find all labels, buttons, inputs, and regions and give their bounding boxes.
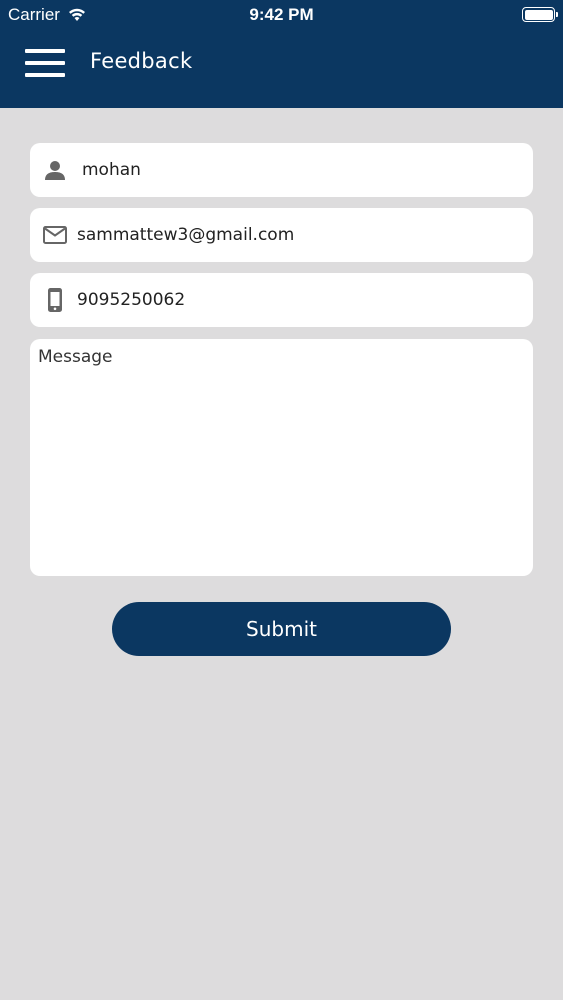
- phone-icon: [48, 288, 62, 312]
- person-icon: [45, 161, 65, 180]
- menu-button[interactable]: [25, 49, 65, 77]
- phone-field[interactable]: 9095250062: [30, 273, 533, 327]
- message-placeholder: Message: [38, 347, 113, 367]
- battery-icon: [522, 7, 558, 22]
- email-value: sammattew3@gmail.com: [77, 225, 295, 245]
- status-bar: Carrier 9:42 PM: [0, 0, 563, 30]
- envelope-icon: [43, 226, 67, 244]
- status-time: 9:42 PM: [249, 5, 314, 24]
- app-header: Carrier 9:42 PM Feedback: [0, 0, 563, 108]
- email-field[interactable]: sammattew3@gmail.com: [30, 208, 533, 262]
- name-field[interactable]: mohan: [30, 143, 533, 197]
- phone-value: 9095250062: [77, 290, 186, 310]
- name-value: mohan: [82, 160, 141, 180]
- page-title: Feedback: [90, 49, 193, 73]
- battery-level: [524, 9, 553, 20]
- submit-button[interactable]: Submit: [112, 602, 451, 656]
- hamburger-icon-bar: [25, 61, 65, 65]
- hamburger-icon-bar: [25, 73, 65, 77]
- battery-nub: [556, 12, 558, 17]
- hamburger-icon-bar: [25, 49, 65, 53]
- message-textarea[interactable]: Message: [30, 339, 533, 576]
